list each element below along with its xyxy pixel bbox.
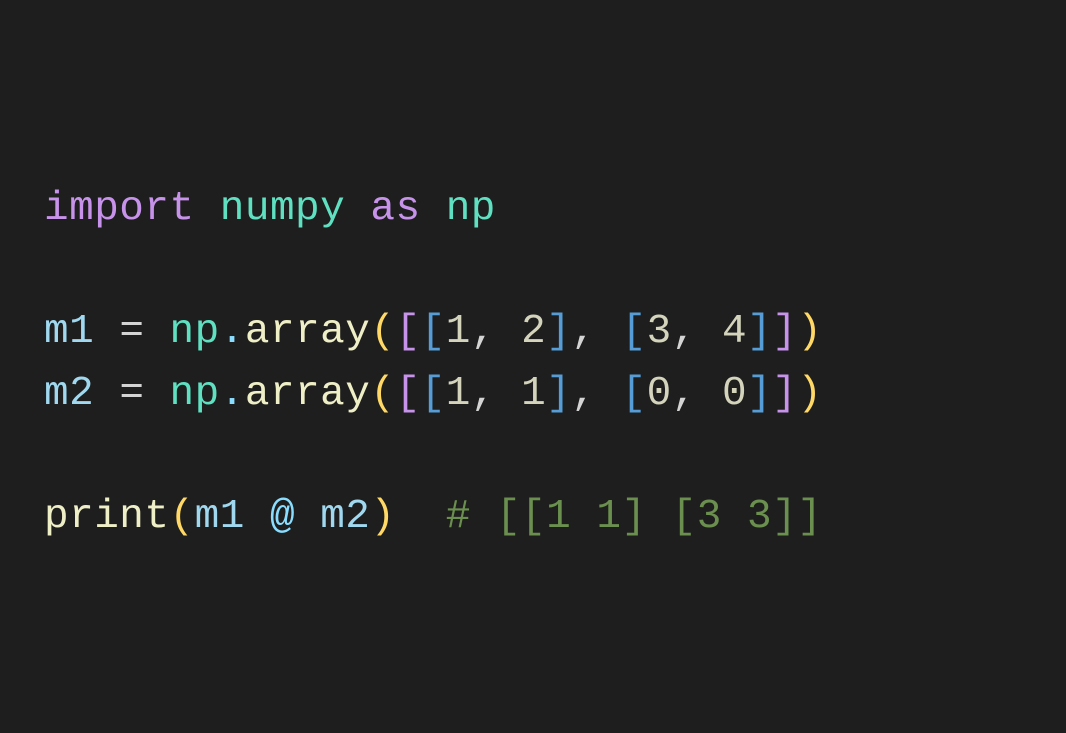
number: 1 xyxy=(446,309,471,355)
dot: . xyxy=(220,371,245,417)
bracket-open: [ xyxy=(396,371,421,417)
paren-close: ) xyxy=(370,494,395,540)
var-m1: m1 xyxy=(44,309,94,355)
paren-close: ) xyxy=(797,371,822,417)
number: 2 xyxy=(521,309,546,355)
number: 3 xyxy=(647,309,672,355)
var-m2: m2 xyxy=(44,371,94,417)
number: 0 xyxy=(647,371,672,417)
bracket-open: [ xyxy=(421,371,446,417)
code-line-3: m1 = np.array([[1, 2], [3, 4]]) xyxy=(44,309,822,355)
bracket-close: ] xyxy=(772,371,797,417)
number: 1 xyxy=(521,371,546,417)
comma: , xyxy=(571,309,596,355)
comma: , xyxy=(471,371,496,417)
module-name: numpy xyxy=(220,186,346,232)
equals: = xyxy=(119,309,144,355)
bracket-open: [ xyxy=(622,371,647,417)
bracket-close: ] xyxy=(546,371,571,417)
equals: = xyxy=(119,371,144,417)
fn-print: print xyxy=(44,494,170,540)
var-m1: m1 xyxy=(195,494,245,540)
bracket-open: [ xyxy=(421,309,446,355)
bracket-open: [ xyxy=(396,309,421,355)
comma: , xyxy=(571,371,596,417)
paren-open: ( xyxy=(170,494,195,540)
code-line-4: m2 = np.array([[1, 1], [0, 0]]) xyxy=(44,371,822,417)
bracket-close: ] xyxy=(747,309,772,355)
namespace: np xyxy=(170,309,220,355)
fn-array: array xyxy=(245,309,371,355)
bracket-open: [ xyxy=(622,309,647,355)
code-block: import numpy as np m1 = np.array([[1, 2]… xyxy=(44,179,1022,548)
comma: , xyxy=(672,371,697,417)
bracket-close: ] xyxy=(747,371,772,417)
comma: , xyxy=(471,309,496,355)
comma: , xyxy=(672,309,697,355)
namespace: np xyxy=(170,371,220,417)
at-operator: @ xyxy=(270,494,295,540)
dot: . xyxy=(220,309,245,355)
var-m2: m2 xyxy=(320,494,370,540)
bracket-close: ] xyxy=(546,309,571,355)
number: 4 xyxy=(722,309,747,355)
bracket-close: ] xyxy=(772,309,797,355)
comment: # [[1 1] [3 3]] xyxy=(446,494,823,540)
number: 1 xyxy=(446,371,471,417)
paren-open: ( xyxy=(370,309,395,355)
keyword-as: as xyxy=(370,186,420,232)
number: 0 xyxy=(722,371,747,417)
code-line-6: print(m1 @ m2) # [[1 1] [3 3]] xyxy=(44,494,822,540)
fn-array: array xyxy=(245,371,371,417)
keyword-import: import xyxy=(44,186,195,232)
alias: np xyxy=(446,186,496,232)
code-line-1: import numpy as np xyxy=(44,186,496,232)
paren-open: ( xyxy=(370,371,395,417)
paren-close: ) xyxy=(797,309,822,355)
